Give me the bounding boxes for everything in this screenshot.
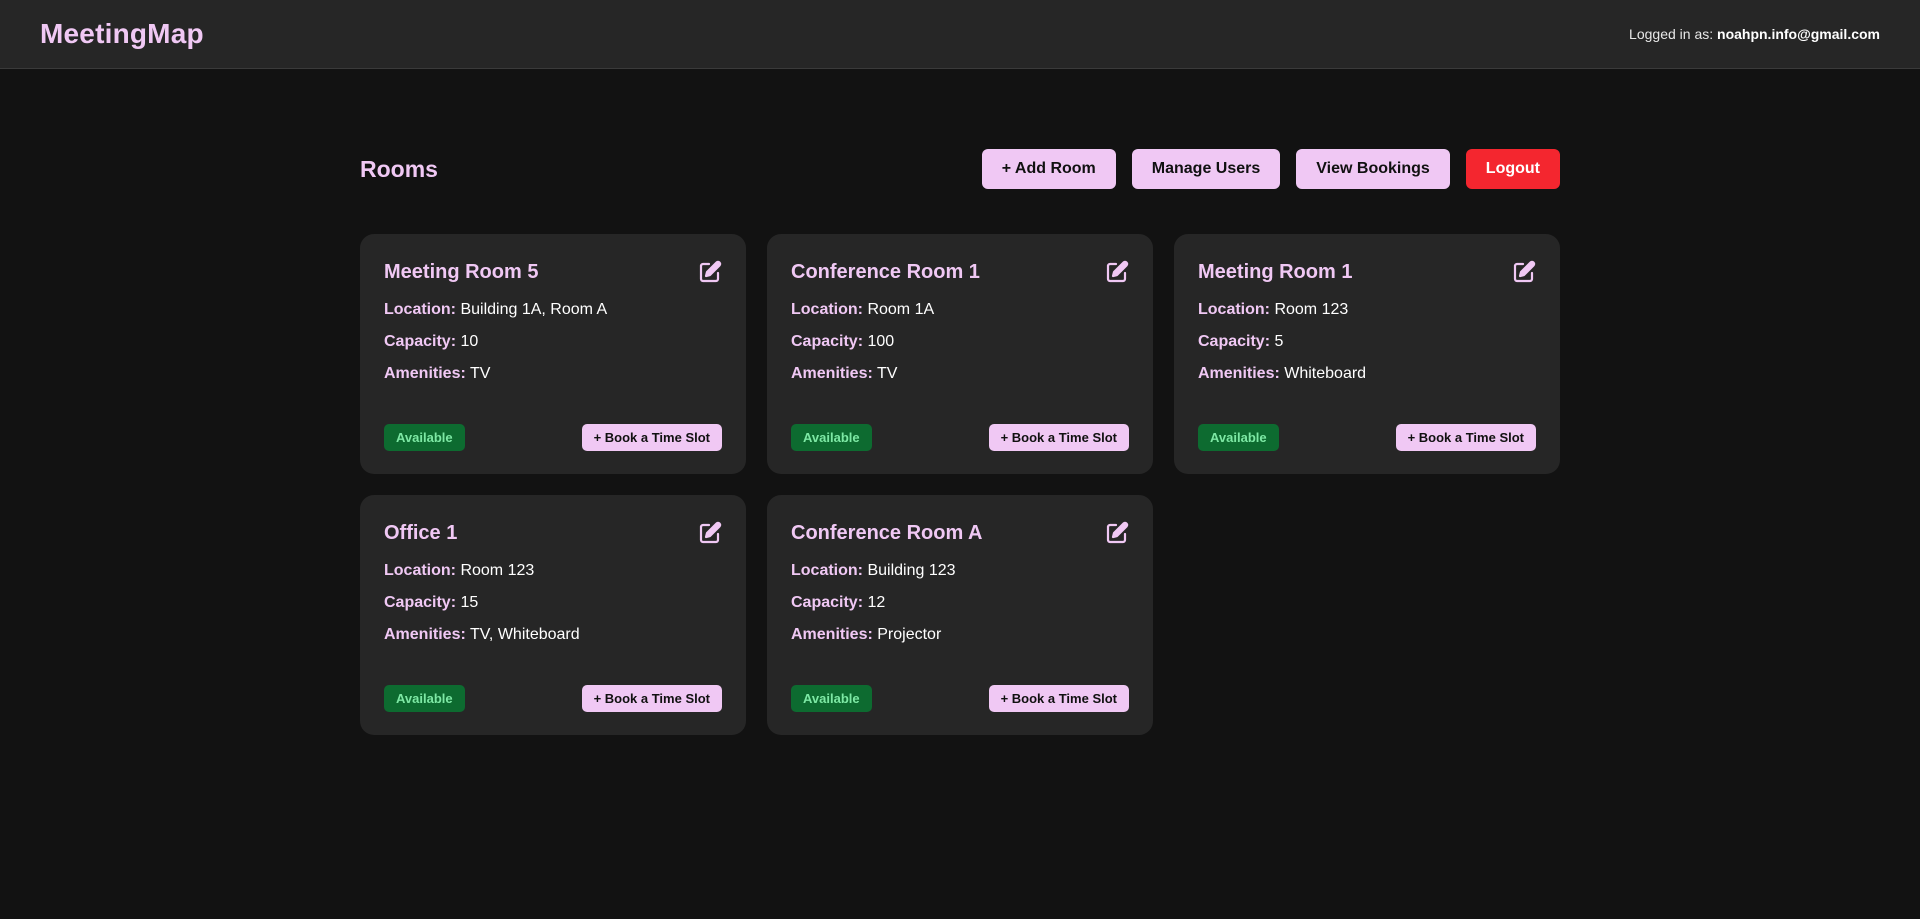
room-card: Meeting Room 5 Location: Building 1A, Ro… — [360, 234, 746, 474]
capacity-value: 100 — [867, 333, 895, 350]
location-field: Location: Room 1A — [791, 301, 935, 318]
amenities-value: Whiteboard — [1284, 365, 1367, 382]
manage-users-button[interactable]: Manage Users — [1131, 149, 1281, 189]
edit-icon[interactable] — [698, 521, 722, 545]
location-field: Location: Building 123 — [791, 562, 956, 579]
capacity-value: 10 — [460, 333, 479, 350]
user-email: noahpn.info@gmail.com — [1717, 26, 1880, 42]
page-header: Rooms + Add Room Manage Users View Booki… — [360, 149, 1560, 189]
rooms-grid: Meeting Room 5 Location: Building 1A, Ro… — [360, 234, 1560, 735]
location-field: Location: Building 1A, Room A — [384, 301, 608, 318]
edit-icon[interactable] — [698, 260, 722, 284]
room-name: Office 1 — [384, 521, 458, 544]
amenities-field: Amenities: Whiteboard — [1198, 365, 1367, 382]
book-time-slot-button[interactable]: + Book a Time Slot — [988, 685, 1129, 712]
capacity-field: Capacity: 12 — [791, 594, 886, 611]
capacity-field: Capacity: 5 — [1198, 333, 1284, 350]
status-badge: Available — [384, 424, 465, 451]
top-navbar: MeetingMap Logged in as: noahpn.info@gma… — [0, 0, 1920, 69]
location-value: Room 123 — [460, 562, 535, 579]
capacity-field: Capacity: 15 — [384, 594, 479, 611]
edit-icon[interactable] — [1105, 260, 1129, 284]
view-bookings-button[interactable]: View Bookings — [1296, 149, 1450, 189]
room-card: Meeting Room 1 Location: Room 123 Capaci… — [1174, 234, 1560, 474]
amenities-value: TV — [876, 365, 898, 382]
logged-in-label: Logged in as: — [1629, 26, 1714, 42]
room-card: Conference Room A Location: Building 123… — [767, 495, 1153, 735]
app-logo[interactable]: MeetingMap — [40, 18, 204, 50]
room-name: Meeting Room 1 — [1198, 260, 1353, 283]
room-name: Meeting Room 5 — [384, 260, 539, 283]
user-info: Logged in as: noahpn.info@gmail.com — [1629, 26, 1880, 42]
status-badge: Available — [791, 424, 872, 451]
capacity-value: 5 — [1274, 333, 1284, 350]
amenities-value: TV — [469, 365, 491, 382]
location-value: Room 123 — [1274, 301, 1349, 318]
book-time-slot-button[interactable]: + Book a Time Slot — [988, 424, 1129, 451]
capacity-value: 15 — [460, 594, 479, 611]
amenities-value: TV, Whiteboard — [469, 626, 580, 643]
page-title: Rooms — [360, 155, 438, 182]
status-badge: Available — [1198, 424, 1279, 451]
status-badge: Available — [791, 685, 872, 712]
room-name: Conference Room 1 — [791, 260, 980, 283]
edit-icon[interactable] — [1512, 260, 1536, 284]
location-value: Building 123 — [867, 562, 956, 579]
room-card: Conference Room 1 Location: Room 1A Capa… — [767, 234, 1153, 474]
edit-icon[interactable] — [1105, 521, 1129, 545]
book-time-slot-button[interactable]: + Book a Time Slot — [581, 685, 722, 712]
add-room-button[interactable]: + Add Room — [981, 149, 1116, 189]
capacity-field: Capacity: 10 — [384, 333, 479, 350]
amenities-value: Projector — [877, 626, 942, 643]
amenities-field: Amenities: Projector — [791, 626, 942, 643]
book-time-slot-button[interactable]: + Book a Time Slot — [1395, 424, 1536, 451]
amenities-field: Amenities: TV — [791, 365, 898, 382]
room-name: Conference Room A — [791, 521, 983, 544]
capacity-field: Capacity: 100 — [791, 333, 895, 350]
status-badge: Available — [384, 685, 465, 712]
location-field: Location: Room 123 — [384, 562, 535, 579]
room-card: Office 1 Location: Room 123 Capacity: 15… — [360, 495, 746, 735]
location-value: Room 1A — [867, 301, 935, 318]
amenities-field: Amenities: TV — [384, 365, 491, 382]
amenities-field: Amenities: TV, Whiteboard — [384, 626, 580, 643]
book-time-slot-button[interactable]: + Book a Time Slot — [581, 424, 722, 451]
location-value: Building 1A, Room A — [460, 301, 608, 318]
capacity-value: 12 — [867, 594, 886, 611]
header-actions: + Add Room Manage Users View Bookings Lo… — [981, 149, 1560, 189]
main-content: Rooms + Add Room Manage Users View Booki… — [360, 69, 1560, 735]
location-field: Location: Room 123 — [1198, 301, 1349, 318]
logout-button[interactable]: Logout — [1465, 149, 1560, 189]
